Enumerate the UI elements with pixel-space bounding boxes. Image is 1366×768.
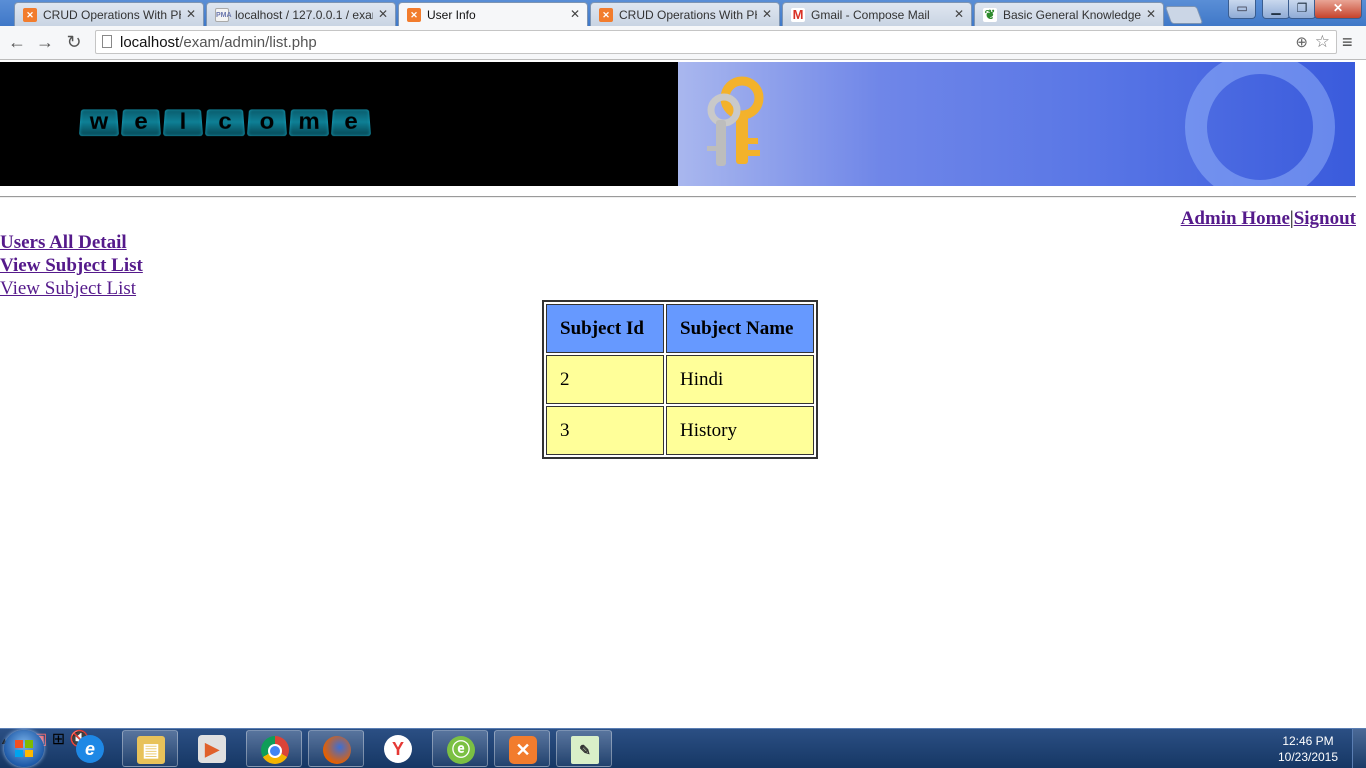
cell-subject-name: Hindi <box>666 355 814 404</box>
clock-time: 12:46 PM <box>1282 734 1334 748</box>
tab-general-knowledge[interactable]: ❦ Basic General Knowledge ✕ <box>974 2 1164 26</box>
tab-gmail-compose[interactable]: M Gmail - Compose Mail ✕ <box>782 2 972 26</box>
close-icon[interactable]: ✕ <box>1146 7 1156 21</box>
xampp-icon: ✕ <box>599 8 613 22</box>
table-header-row: Subject Id Subject Name <box>546 304 814 353</box>
table-row: 3 History <box>546 406 814 455</box>
user-profile-icon[interactable]: ▭ <box>1228 0 1256 19</box>
close-icon[interactable]: ✕ <box>378 7 388 21</box>
page-icon <box>102 35 112 48</box>
tab-title: Basic General Knowledge <box>1003 8 1141 22</box>
decorative-ring <box>1185 62 1335 186</box>
browser-tabstrip: ✕ CRUD Operations With PH ✕ PMA localhos… <box>0 0 1366 27</box>
signout-link[interactable]: Signout <box>1294 208 1356 229</box>
tab-title: localhost / 127.0.0.1 / exam <box>235 8 373 22</box>
url-text: localhost/exam/admin/list.php <box>120 34 317 51</box>
leaf-icon: ❦ <box>983 7 997 22</box>
taskbar-internet-explorer[interactable]: e <box>62 730 118 767</box>
divider <box>0 196 1356 198</box>
internet-explorer-icon: e <box>76 735 104 763</box>
table-row: 2 Hindi <box>546 355 814 404</box>
address-bar[interactable]: localhost/exam/admin/list.php ⊕ ☆ <box>95 30 1337 54</box>
phpmyadmin-icon: PMA <box>215 8 232 22</box>
new-tab-button[interactable] <box>1164 6 1204 24</box>
tab-phpmyadmin[interactable]: PMA localhost / 127.0.0.1 / exam ✕ <box>206 2 396 26</box>
windows-taskbar: e ▤ ▶ Y ⓔ ✕ ✎ ▲ ⚐ ▣ ⊞ 🔇 12:46 PM 10/23/2… <box>0 728 1366 768</box>
tab-user-info[interactable]: ✕ User Info ✕ <box>398 2 588 27</box>
back-arrow-icon[interactable]: ← <box>6 31 28 53</box>
start-button[interactable] <box>4 730 44 767</box>
clock-date: 10/23/2015 <box>1277 750 1339 764</box>
welcome-banner-text: w e l c o m e <box>78 108 372 137</box>
taskbar-media-player[interactable]: ▶ <box>184 730 240 767</box>
cell-subject-id: 3 <box>546 406 664 455</box>
admin-nav-links: Users All Detail View Subject List View … <box>0 231 143 300</box>
taskbar-notepad[interactable]: ✎ <box>556 730 612 767</box>
close-icon[interactable]: ✕ <box>186 7 196 21</box>
close-icon[interactable]: ✕ <box>570 7 580 21</box>
subject-table: Subject Id Subject Name 2 Hindi 3 Histor… <box>542 300 818 459</box>
view-subject-list-link[interactable]: View Subject List <box>0 254 143 277</box>
xampp-icon: ✕ <box>407 8 421 22</box>
maximize-button[interactable]: ❐ <box>1288 0 1316 19</box>
cell-subject-id: 2 <box>546 355 664 404</box>
browser-toolbar: ← → ↻ localhost/exam/admin/list.php ⊕ ☆ … <box>0 26 1366 60</box>
gmail-icon: M <box>791 7 805 22</box>
tab-title: CRUD Operations With PH <box>619 8 757 22</box>
file-explorer-icon: ▤ <box>137 736 165 764</box>
cell-subject-name: History <box>666 406 814 455</box>
keys-banner <box>678 62 1355 186</box>
tab-crud-operations-1[interactable]: ✕ CRUD Operations With PH ✕ <box>14 2 204 26</box>
chrome-icon <box>261 736 289 764</box>
taskbar-chrome[interactable] <box>246 730 302 767</box>
system-clock[interactable]: 12:46 PM 10/23/2015 <box>1272 733 1344 765</box>
firefox-icon <box>323 736 351 764</box>
header-subject-id: Subject Id <box>546 304 664 353</box>
menu-icon[interactable]: ≡ <box>1342 32 1353 53</box>
dreamweaver-icon: ⓔ <box>447 736 475 764</box>
window-close-button[interactable]: ✕ <box>1314 0 1362 19</box>
top-links: Admin Home|Signout <box>1181 208 1356 230</box>
zoom-icon[interactable]: ⊕ <box>1295 33 1308 51</box>
admin-home-link[interactable]: Admin Home <box>1181 208 1290 229</box>
taskbar-file-explorer[interactable]: ▤ <box>122 730 178 767</box>
tab-crud-operations-2[interactable]: ✕ CRUD Operations With PH ✕ <box>590 2 780 26</box>
taskbar-firefox[interactable] <box>308 730 364 767</box>
yandex-icon: Y <box>384 735 412 763</box>
windows-logo-icon <box>15 740 33 757</box>
minimize-button[interactable]: ▁ <box>1262 0 1290 19</box>
bookmark-star-icon[interactable]: ☆ <box>1315 32 1330 52</box>
notepad-icon: ✎ <box>571 736 599 764</box>
xampp-icon: ✕ <box>23 8 37 22</box>
taskbar-yandex[interactable]: Y <box>370 730 426 767</box>
taskbar-xampp[interactable]: ✕ <box>494 730 550 767</box>
keys-icon <box>707 76 764 166</box>
tab-title: CRUD Operations With PH <box>43 8 181 22</box>
users-all-detail-link[interactable]: Users All Detail <box>0 231 143 254</box>
reload-icon[interactable]: ↻ <box>63 31 85 53</box>
show-desktop-button[interactable] <box>1352 729 1366 768</box>
forward-arrow-icon[interactable]: → <box>34 31 56 53</box>
close-icon[interactable]: ✕ <box>762 7 772 21</box>
close-icon[interactable]: ✕ <box>954 7 964 21</box>
header-subject-name: Subject Name <box>666 304 814 353</box>
page-viewport: w e l c o m e Admin Home|Signout Users A… <box>0 60 1366 728</box>
welcome-banner: w e l c o m e <box>0 62 678 186</box>
view-subject-list-link-2[interactable]: View Subject List <box>0 277 143 300</box>
media-player-icon: ▶ <box>198 735 226 763</box>
taskbar-dreamweaver[interactable]: ⓔ <box>432 730 488 767</box>
tab-title: Gmail - Compose Mail <box>811 8 930 22</box>
tab-title: User Info <box>427 8 476 22</box>
xampp-icon: ✕ <box>509 736 537 764</box>
